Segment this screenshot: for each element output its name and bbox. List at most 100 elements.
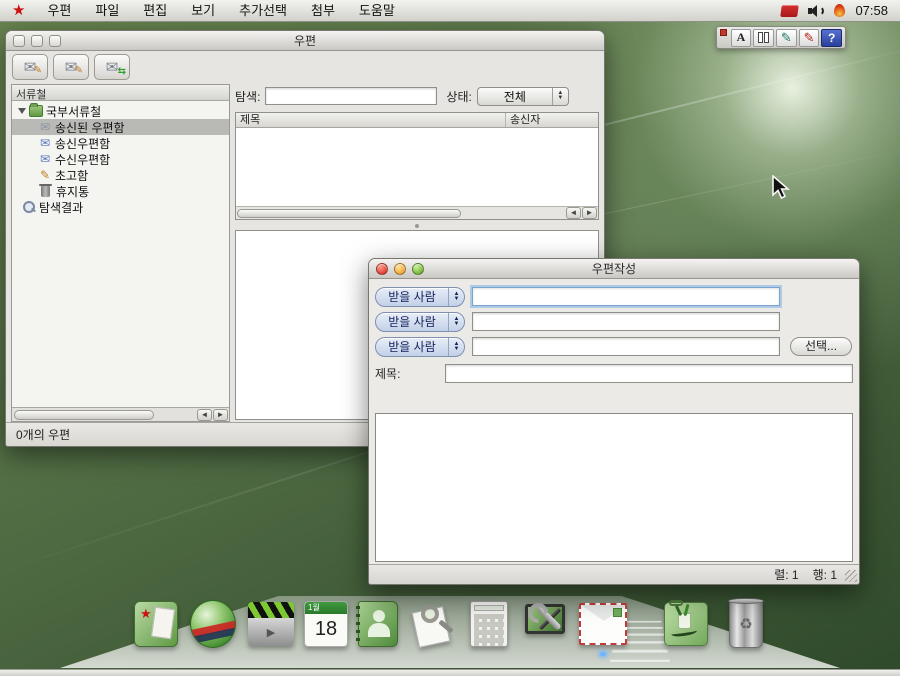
flag-icon[interactable] bbox=[781, 5, 800, 17]
resize-grip[interactable] bbox=[845, 570, 857, 582]
tree-item-local-folders[interactable]: 국부서류철 bbox=[12, 103, 229, 119]
menu-view[interactable]: 보기 bbox=[179, 0, 227, 21]
magnifier-icon bbox=[22, 201, 36, 213]
minimize-button[interactable] bbox=[394, 263, 406, 275]
pane-splitter[interactable] bbox=[235, 222, 599, 230]
mail-window-title: 우편 bbox=[6, 32, 604, 49]
tree-item-label: 송신된 우편함 bbox=[55, 119, 125, 136]
desktop-root: ★ 우편 파일 편집 보기 추가선택 첨부 도움말 07:58 A ✎ ✎ ? … bbox=[0, 0, 900, 676]
dock-icon-media-player[interactable]: ▶ bbox=[246, 598, 296, 650]
tree-item-trash[interactable]: 휴지통 bbox=[12, 183, 229, 199]
status-filter-combo[interactable]: 전체 ▲▼ bbox=[477, 87, 569, 106]
maximize-button[interactable] bbox=[49, 35, 61, 47]
dock-icon-web-browser[interactable] bbox=[188, 598, 238, 650]
sidebar-horizontal-scrollbar[interactable]: ◄ ► bbox=[12, 407, 229, 421]
dock-icon-trash[interactable]: ♻ bbox=[721, 598, 771, 650]
column-sender[interactable]: 송신자 bbox=[506, 113, 598, 127]
menu-file[interactable]: 파일 bbox=[83, 0, 131, 21]
send-receive-button[interactable]: ✉⇆ bbox=[94, 54, 130, 80]
scroll-right-icon[interactable]: ► bbox=[213, 409, 228, 421]
menu-bar: ★ 우편 파일 편집 보기 추가선택 첨부 도움말 07:58 bbox=[0, 0, 900, 22]
recipient-input-2[interactable] bbox=[472, 312, 780, 331]
tree-item-sent-mailbox[interactable]: ✉ 송신된 우편함 bbox=[12, 119, 229, 135]
tree-item-label: 국부서류철 bbox=[46, 103, 101, 120]
dock-icon-calendar[interactable]: 1월 18 bbox=[301, 598, 351, 650]
menu-edit[interactable]: 편집 bbox=[131, 0, 179, 21]
palette-close-icon[interactable] bbox=[720, 29, 727, 36]
clock[interactable]: 07:58 bbox=[855, 3, 888, 18]
mail-window-titlebar[interactable]: 우편 bbox=[6, 31, 604, 51]
compose-window-titlebar[interactable]: 우편작성 bbox=[369, 259, 859, 279]
edit-mail-button[interactable]: ✉✎ bbox=[53, 54, 89, 80]
recycle-icon: ♻ bbox=[730, 615, 762, 633]
recipient-row-3: 받을 사람 ▲▼ 선택... bbox=[375, 336, 853, 357]
compose-statusbar: 렬: 1 행: 1 bbox=[369, 564, 859, 584]
expander-icon[interactable] bbox=[18, 108, 26, 114]
close-button[interactable] bbox=[376, 263, 388, 275]
minimize-button[interactable] bbox=[31, 35, 43, 47]
flame-status-icon[interactable] bbox=[834, 4, 846, 18]
dock-icon-calculator[interactable] bbox=[464, 598, 514, 650]
menu-help[interactable]: 도움말 bbox=[347, 0, 407, 21]
recipient-input-1[interactable] bbox=[472, 287, 780, 306]
folder-tree: 국부서류철 ✉ 송신된 우편함 ✉ 송신우편함 ✉ bbox=[12, 101, 229, 407]
recipient-type-combo[interactable]: 받을 사람 ▲▼ bbox=[375, 312, 465, 332]
subject-input[interactable] bbox=[445, 364, 853, 383]
signature-pen-icon[interactable]: ✎ bbox=[799, 29, 820, 47]
dock-icon-address-book[interactable] bbox=[353, 598, 403, 650]
column-subject[interactable]: 제목 bbox=[236, 113, 506, 127]
trash-icon bbox=[41, 186, 50, 197]
compose-window-title: 우편작성 bbox=[369, 260, 859, 277]
tree-item-label: 탐색결과 bbox=[39, 199, 83, 216]
help-icon[interactable]: ? bbox=[821, 29, 842, 47]
maximize-button[interactable] bbox=[412, 263, 424, 275]
dock-icon-file-manager[interactable]: ★ bbox=[131, 598, 181, 650]
dock-icon-mail[interactable] bbox=[578, 598, 628, 650]
bottom-panel-strip bbox=[0, 669, 900, 676]
scrollbar-thumb[interactable] bbox=[237, 209, 461, 218]
stepper-arrows-icon[interactable]: ▲▼ bbox=[448, 313, 464, 331]
dock-icon-package-manager[interactable] bbox=[661, 598, 711, 650]
search-input[interactable] bbox=[265, 87, 437, 105]
text-format-icon[interactable]: A bbox=[731, 29, 752, 47]
stepper-arrows-icon[interactable]: ▲▼ bbox=[448, 338, 464, 356]
message-list-scrollbar[interactable]: ◄ ► bbox=[236, 206, 598, 219]
folder-icon bbox=[29, 105, 43, 117]
dock-icon-system-tools[interactable] bbox=[521, 598, 571, 650]
tree-item-label: 휴지통 bbox=[56, 183, 89, 200]
recipient-type-combo[interactable]: 받을 사람 ▲▼ bbox=[375, 287, 465, 307]
message-table: 제목 송신자 ◄ ► bbox=[235, 112, 599, 220]
row-position: 행: 1 bbox=[813, 566, 837, 583]
scroll-left-icon[interactable]: ◄ bbox=[566, 207, 581, 219]
tree-item-drafts[interactable]: ✎ 초고함 bbox=[12, 167, 229, 183]
menu-mail[interactable]: 우편 bbox=[35, 0, 83, 21]
message-list-empty[interactable] bbox=[236, 128, 598, 206]
speaker-volume-icon[interactable] bbox=[808, 4, 824, 18]
select-recipient-button[interactable]: 선택... bbox=[790, 337, 852, 356]
tree-item-label: 수신우편함 bbox=[55, 151, 110, 168]
sent-mail-icon: ✉ bbox=[38, 121, 52, 133]
recipient-type-combo[interactable]: 받을 사람 ▲▼ bbox=[375, 337, 465, 357]
stepper-arrows-icon[interactable]: ▲▼ bbox=[552, 88, 568, 105]
sidebar-header[interactable]: 서류철 bbox=[12, 85, 229, 101]
ink-pen-icon[interactable]: ✎ bbox=[776, 29, 797, 47]
compose-mail-button[interactable]: ✉✎ bbox=[12, 54, 48, 80]
dock-icon-desktop-search[interactable] bbox=[408, 598, 458, 650]
tree-item-outbox[interactable]: ✉ 송신우편함 bbox=[12, 135, 229, 151]
menu-options[interactable]: 추가선택 bbox=[227, 0, 299, 21]
menu-attach[interactable]: 첨부 bbox=[299, 0, 347, 21]
stepper-arrows-icon[interactable]: ▲▼ bbox=[448, 288, 464, 306]
close-button[interactable] bbox=[13, 35, 25, 47]
system-tray: 07:58 bbox=[781, 3, 888, 18]
recipient-input-3[interactable] bbox=[472, 337, 780, 356]
scroll-left-icon[interactable]: ◄ bbox=[197, 409, 212, 421]
columns-layout-icon[interactable] bbox=[753, 29, 774, 47]
tree-item-inbox[interactable]: ✉ 수신우편함 bbox=[12, 151, 229, 167]
scroll-right-icon[interactable]: ► bbox=[582, 207, 597, 219]
red-star-logo-icon[interactable]: ★ bbox=[12, 1, 25, 21]
column-position: 렬: 1 bbox=[774, 566, 798, 583]
scrollbar-thumb[interactable] bbox=[14, 410, 154, 420]
tree-item-search-results[interactable]: 탐색결과 bbox=[12, 199, 229, 215]
message-body-textarea[interactable] bbox=[375, 413, 853, 562]
envelope-icon: ✉ bbox=[106, 60, 119, 75]
